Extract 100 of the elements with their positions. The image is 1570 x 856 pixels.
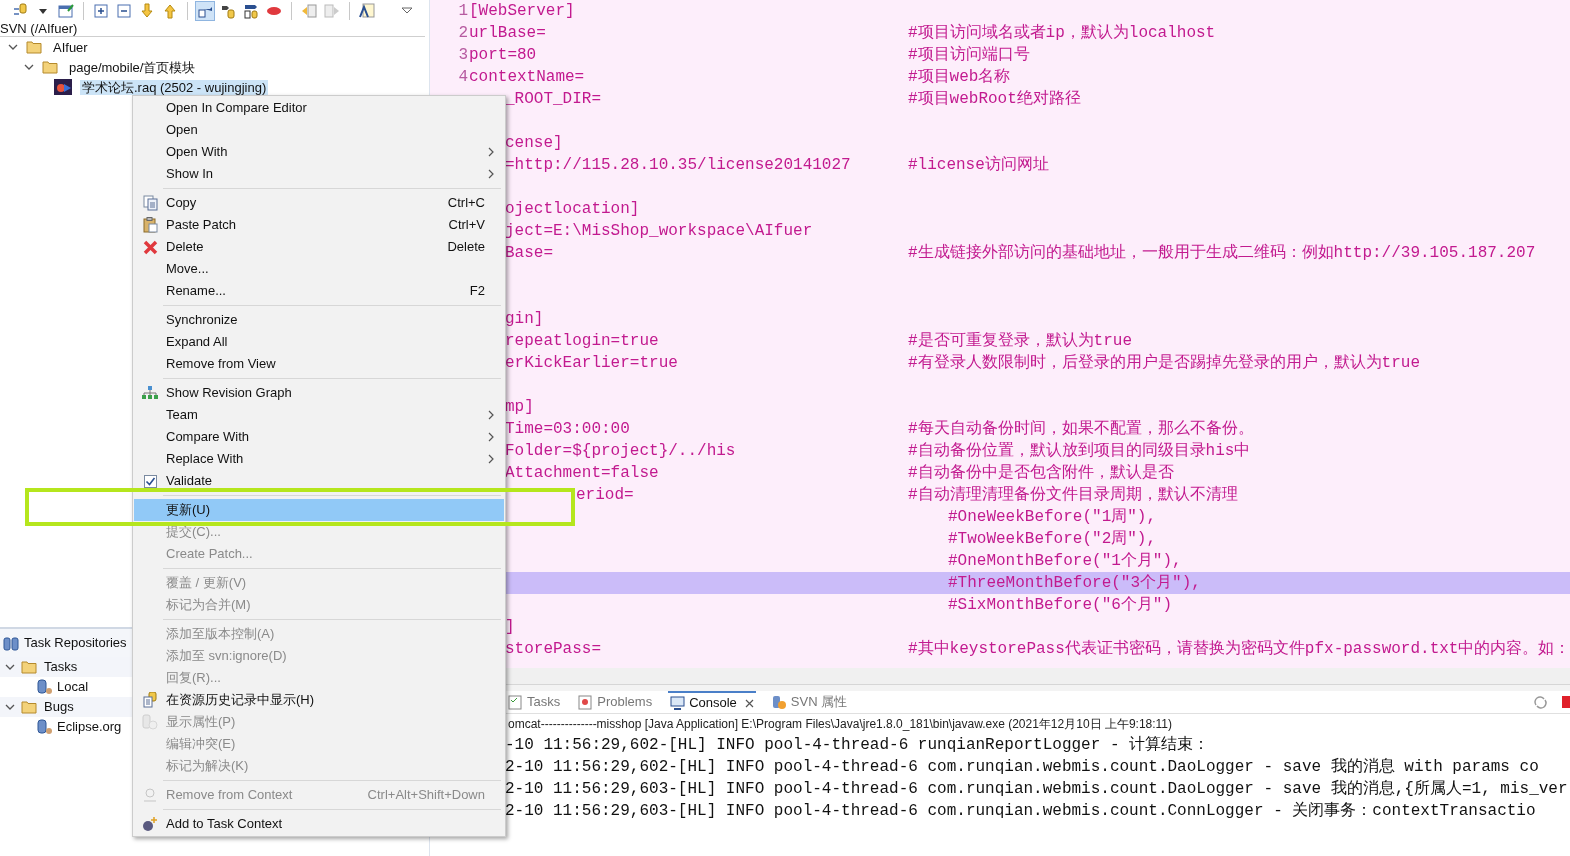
- code-text: Attachment=false: [505, 464, 659, 482]
- menu-item[interactable]: Synchronize: [134, 309, 504, 331]
- code-text: storePass=: [505, 640, 601, 658]
- paste-icon: [142, 217, 158, 233]
- properties-icon: [142, 714, 158, 730]
- menu-item[interactable]: Add to Task Context: [134, 813, 504, 835]
- code-comment: #OneWeekBefore("1周"),: [948, 507, 1157, 528]
- menu-item[interactable]: Move...: [134, 258, 504, 280]
- chevron-down-icon[interactable]: [8, 42, 18, 52]
- database-icon: [37, 679, 53, 695]
- menu-item[interactable]: 在资源历史记录中显示(H): [134, 689, 504, 711]
- code-comment: #项目访问端口号: [908, 44, 1030, 66]
- menu-item[interactable]: Team: [134, 404, 504, 426]
- menu-item[interactable]: Show Revision Graph: [134, 382, 504, 404]
- menu-item[interactable]: Open With: [134, 141, 504, 163]
- sync-icon[interactable]: [1533, 694, 1548, 710]
- tree-item[interactable]: Tasks: [44, 657, 78, 677]
- graph-icon: [142, 386, 158, 400]
- collapse-icon[interactable]: [114, 1, 134, 21]
- code-comment: #自动备份中是否包含附件，默认是否: [908, 463, 1174, 484]
- menu-item[interactable]: Paste Patch Ctrl+V: [134, 214, 504, 236]
- menu-item[interactable]: Compare With: [134, 426, 504, 448]
- code-comment: #每天自动备份时间，如果不配置，那么不备份。: [908, 419, 1254, 440]
- view-tab[interactable]: Tasks: [506, 691, 563, 713]
- menu-item[interactable]: 更新(U): [134, 499, 504, 521]
- problems-icon: [578, 694, 594, 710]
- console-line: 2-10 11:56:29,603-[HL] INFO pool-4-thread-6 com.runqian.webmis.count.DaoLogger - save 我的消息,{所属人=1, mis_ver: [505, 779, 1568, 800]
- code-comment: #license访问网址: [908, 154, 1049, 176]
- code-comment: #其中keystorePass代表证书密码，请替换为密码文件pfx-password.txt中的内容。如：: [908, 638, 1570, 660]
- view-tab[interactable]: Console: [668, 691, 756, 713]
- code-comment: #自动备份位置，默认放到项目的同级目录his中: [908, 441, 1251, 462]
- menu-item[interactable]: Copy Ctrl+C: [134, 192, 504, 214]
- tree-item[interactable]: AIfuer: [51, 39, 90, 55]
- chevron-down-icon[interactable]: [5, 702, 15, 712]
- tree-item[interactable]: Eclipse.org: [57, 717, 122, 737]
- code-comment: #TwoWeekBefore("2周"),: [948, 529, 1157, 550]
- code-text: ojectlocation]: [505, 200, 640, 218]
- code-comment: #自动清理清理备份文件目录周期，默认不清理: [908, 484, 1238, 506]
- view-tab[interactable]: SVN 属性: [769, 691, 850, 713]
- code-comment: #SixMonthBefore("6个月"): [948, 595, 1173, 616]
- code-comment: #有登录人数限制时，后登录的用户是否踢掉先登录的用户，默认为true: [908, 352, 1420, 374]
- chevron-down-icon[interactable]: [24, 62, 34, 72]
- menu-item[interactable]: Remove from View: [134, 353, 504, 375]
- tree-item[interactable]: 学术论坛.raq (2502 - wujingjing): [80, 79, 269, 95]
- menu-item[interactable]: Open: [134, 119, 504, 141]
- history-icon: [143, 692, 157, 708]
- code-text: _ROOT_DIR=: [505, 90, 601, 108]
- code-comment: #项目web名称: [908, 67, 1011, 88]
- code-text: cense]: [505, 134, 563, 152]
- document-icon[interactable]: [357, 1, 377, 21]
- line-number: 2: [458, 23, 468, 44]
- view-tab[interactable]: Task Repositories: [24, 633, 127, 653]
- code-text: Base=: [505, 244, 553, 262]
- menu-item[interactable]: Open In Compare Editor: [134, 97, 504, 119]
- code-text: Folder=${project}/../his: [505, 442, 736, 460]
- code-text: port=80: [469, 46, 537, 64]
- repository-icon: [3, 635, 20, 651]
- code-comment: #OneMonthBefore("1个月"),: [948, 551, 1182, 572]
- code-text: gin]: [505, 310, 544, 328]
- code-comment: #项目访问域名或者ip，默认为localhost: [908, 22, 1216, 44]
- view-tab[interactable]: Problems: [576, 691, 655, 713]
- expand-icon[interactable]: [91, 1, 111, 21]
- code-comment: #生成链接外部访问的基础地址，一般用于生成二维码：例如http://39.105.187.207: [908, 242, 1536, 264]
- delete-icon: [142, 239, 158, 255]
- code-text: erKickEarlier=true: [505, 354, 678, 372]
- code-text: mp]: [505, 398, 534, 416]
- console-icon: [670, 696, 686, 710]
- menu-item[interactable]: Replace With: [134, 448, 504, 470]
- tree-item[interactable]: Local: [57, 677, 89, 697]
- tree-item[interactable]: page/mobile/首页模块: [67, 59, 198, 75]
- menu-item[interactable]: Validate: [134, 470, 504, 492]
- code-text: contextName=: [469, 68, 585, 86]
- console-line: 2-10 11:56:29,602-[HL] INFO pool-4-thread-6 com.runqian.webmis.count.DaoLogger - save 我的消息 with params co: [505, 757, 1539, 778]
- link-icon[interactable]: [195, 1, 215, 21]
- menu-item[interactable]: Delete Delete: [134, 236, 504, 258]
- folder-icon: [21, 660, 38, 674]
- code-text: [WebServer]: [469, 2, 575, 20]
- code-text: ject=E:\MisShop_workspace\AIfuer: [505, 222, 813, 240]
- menu-item[interactable]: Rename... F2: [134, 280, 504, 302]
- database-icon: [37, 719, 53, 735]
- tree-item[interactable]: Bugs: [44, 697, 74, 717]
- code-comment: #是否可重复登录，默认为true: [908, 331, 1132, 352]
- console-description: omcat--------------misshop [Java Application] E:\Program Files\Java\jre1.8.0_181\bin\javaw.exe (2021年12月10日 上午9:18:11): [507, 716, 1174, 733]
- folder-icon: [42, 60, 59, 74]
- chevron-down-icon[interactable]: [5, 662, 15, 672]
- folder-icon: [21, 700, 38, 714]
- line-number: 4: [458, 67, 468, 88]
- copy-icon: [142, 195, 158, 211]
- code-text: Time=03:00:00: [505, 420, 630, 438]
- properties-icon: [771, 694, 787, 710]
- checkbox[interactable]: [143, 474, 157, 488]
- code-text: urlBase=: [469, 24, 546, 42]
- folder-icon: [26, 40, 43, 54]
- code-comment: #项目webRoot绝对路径: [908, 89, 1081, 110]
- console-line: 2-10 11:56:29,603-[HL] INFO pool-4-thread-6 com.runqian.webmis.count.ConnLogger - 关闭事务：contextTransactio: [505, 800, 1536, 822]
- view-title: SVN (/AIfuer): [0, 20, 78, 39]
- close-icon[interactable]: [744, 698, 754, 708]
- menu-item[interactable]: Expand All: [134, 331, 504, 353]
- console-line: -10 11:56:29,602-[HL] INFO pool-4-thread-6 runqianReportLogger - 计算结束：: [505, 735, 1210, 756]
- menu-item[interactable]: Show In: [134, 163, 504, 185]
